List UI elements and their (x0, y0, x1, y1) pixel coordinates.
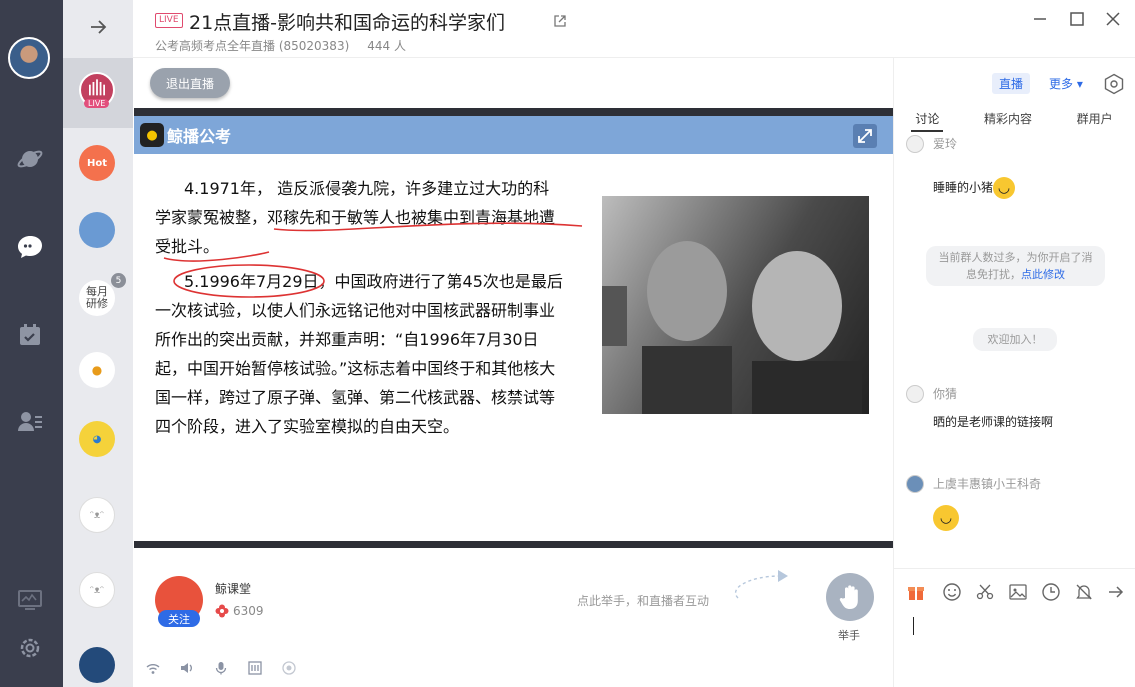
live-tag: LIVE (155, 13, 183, 28)
chevron-down-icon: ▾ (1073, 77, 1083, 91)
chat-icon[interactable] (15, 232, 45, 262)
microphone-icon[interactable] (213, 660, 229, 676)
slide-bottom-border (134, 541, 893, 548)
unread-badge: 5 (111, 273, 126, 288)
system-notice-text: 当前群人数过多，为你开启了消息免打扰， (938, 251, 1093, 281)
scientists-photo (602, 196, 869, 414)
scissors-icon[interactable] (975, 582, 995, 602)
message-text: 睡睡的小猪 ◡ (933, 177, 1016, 199)
sender-name: 上虞丰惠镇小王科奇 (933, 477, 1042, 491)
dashed-arrow-icon (735, 570, 788, 599)
more-button[interactable]: 更多 ▾ (1049, 75, 1083, 92)
modify-link[interactable]: 点此修改 (1021, 268, 1065, 281)
live-badge: LIVE (84, 99, 110, 108)
message-text: 晒的是老师课的链接啊 (933, 415, 1054, 429)
group-item-ocean[interactable] (79, 647, 115, 683)
wifi-icon[interactable] (145, 660, 161, 676)
contacts-icon[interactable] (15, 406, 45, 436)
smile-emoji-icon: ◡ (993, 177, 1016, 199)
group-item-cartoon[interactable]: ◕ (79, 421, 115, 457)
planet-icon[interactable] (15, 144, 45, 174)
welcome-notice: 欢迎加入！ (973, 328, 1057, 351)
open-external-icon[interactable] (553, 14, 567, 28)
system-notice: 当前群人数过多，为你开启了消息免打扰，点此修改 (926, 246, 1105, 286)
minimize-icon[interactable] (1031, 10, 1049, 28)
clock-icon[interactable] (1041, 582, 1061, 602)
hand-icon (839, 585, 858, 609)
chat-tabs: 讨论 精彩内容 群用户 (893, 110, 1135, 132)
message-text: ◡ (933, 505, 959, 531)
title-bar: LIVE 21点直播-影响共和国命运的科学家们 公考高频考点全年直播 (8502… (133, 0, 1135, 58)
raise-hand-hint: 点此举手，和直播者互动 (577, 594, 710, 608)
course-info: 公考高频考点全年直播 (85020383) 444 人 (155, 37, 424, 54)
page-title: 21点直播-影响共和国命运的科学家们 (189, 12, 506, 34)
maximize-icon[interactable] (1068, 10, 1086, 28)
record-icon[interactable] (281, 660, 297, 676)
group-item-rabbit-2[interactable]: ᵔᴥᵔ (79, 572, 115, 608)
group-item-photo[interactable] (79, 212, 115, 248)
group-list: LIVE Hot 每月 研修 5 ● ◕ ᵔᴥᵔ ᵔᴥᵔ (63, 0, 133, 687)
raise-hand-button[interactable] (826, 573, 874, 621)
user-avatar[interactable] (8, 37, 50, 79)
settings-icon[interactable] (15, 633, 45, 663)
group-item-hot[interactable]: Hot (79, 145, 115, 181)
avatar[interactable] (906, 135, 924, 153)
group-item-monthly[interactable]: 每月 研修 (79, 280, 115, 316)
right-toolbar: 直播 更多 ▾ (893, 70, 1135, 98)
raise-hand-label: 举手 (838, 629, 860, 642)
emoji-icon[interactable] (942, 582, 962, 602)
text-cursor[interactable] (913, 617, 914, 635)
more-label: 更多 (1049, 77, 1074, 91)
close-icon[interactable] (1104, 10, 1122, 28)
host-name: 鲸课堂 (215, 582, 252, 596)
sender-name: 你猜 (933, 387, 958, 401)
monitor-icon[interactable] (15, 585, 45, 615)
tab-highlights[interactable]: 精彩内容 (980, 110, 1036, 132)
expand-arrow-icon[interactable] (87, 16, 109, 38)
tab-group-users[interactable]: 群用户 (1073, 110, 1117, 132)
host-likes: 6309 (215, 604, 264, 618)
message-body: 睡睡的小猪 (933, 180, 994, 195)
follow-button[interactable]: 关注 (158, 610, 200, 627)
course-name: 公考高频考点全年直播 (85020383) (155, 39, 350, 53)
flower-icon (215, 604, 229, 618)
exit-live-button[interactable]: 退出直播 (150, 68, 230, 98)
smile-emoji-icon: ◡ (933, 505, 959, 531)
gift-icon[interactable] (906, 582, 926, 602)
sender-name: 爱玲 (933, 137, 958, 151)
slide-panel: ● 鲸播公考 4.1971年， 造反派侵袭九院，许多建立过大功的科学家蒙冤被整，邓… (134, 116, 893, 541)
avatar[interactable] (906, 475, 924, 493)
image-icon[interactable] (1008, 582, 1028, 602)
calendar-icon[interactable] (15, 320, 45, 350)
group-item-logo[interactable]: ● (79, 352, 115, 388)
mute-bell-icon[interactable] (1074, 582, 1094, 602)
speaker-icon[interactable] (179, 660, 195, 676)
group-item-rabbit-1[interactable]: ᵔᴥᵔ (79, 497, 115, 533)
avatar[interactable] (906, 385, 924, 403)
tab-discussion[interactable]: 讨论 (911, 110, 944, 132)
viewer-count: 444 人 (367, 39, 406, 53)
slide-top-border (134, 108, 893, 116)
equalizer-icon[interactable] (247, 660, 263, 676)
likes-count: 6309 (233, 604, 264, 618)
live-button[interactable]: 直播 (992, 73, 1031, 94)
left-rail (0, 0, 63, 687)
hexagon-settings-icon[interactable] (1103, 73, 1125, 95)
send-arrow-icon[interactable] (1106, 582, 1126, 602)
